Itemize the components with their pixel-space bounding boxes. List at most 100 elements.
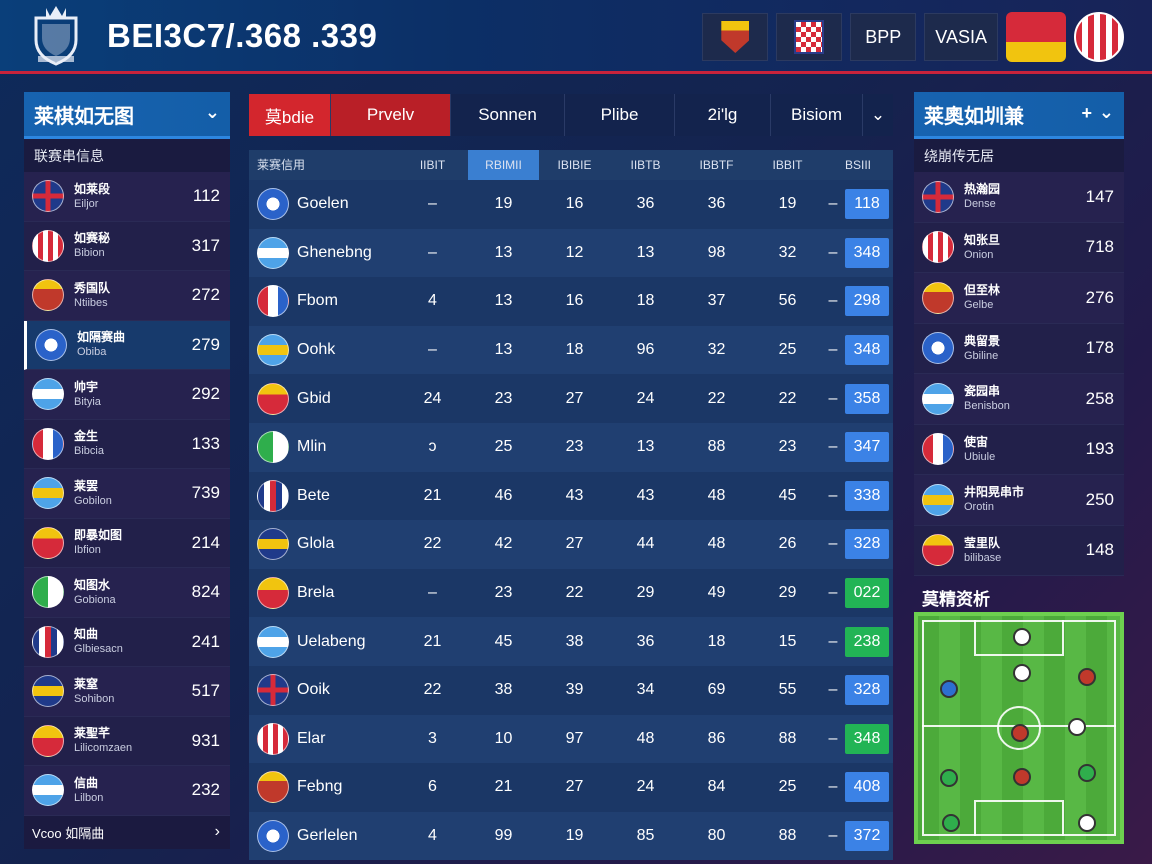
table-row[interactable]: Mlin ɔ 25 23 13 88 23 –347 bbox=[249, 422, 893, 472]
ball-icon[interactable] bbox=[1013, 768, 1031, 786]
vasia-button[interactable]: VASIA bbox=[924, 13, 998, 61]
score-badge[interactable]: 347 bbox=[845, 432, 889, 463]
ball-icon[interactable] bbox=[940, 769, 958, 787]
ball-icon[interactable] bbox=[1078, 764, 1096, 782]
col-3[interactable]: IBIBIE bbox=[539, 150, 610, 180]
ball-icon[interactable] bbox=[1011, 724, 1029, 742]
left_panel-item[interactable]: 莱窒 Sohibon 517 bbox=[24, 667, 230, 717]
col-4[interactable]: IIBTB bbox=[610, 150, 681, 180]
col-1[interactable]: IIBIT bbox=[397, 150, 468, 180]
left-panel-header[interactable]: 莱棋如无图 ⌄ bbox=[24, 92, 230, 139]
right_panel-item[interactable]: 莹里队 bilibase 148 bbox=[914, 525, 1124, 576]
left_panel-item[interactable]: 知曲 Glbiesacn 241 bbox=[24, 617, 230, 667]
left_panel-item[interactable]: 如隔赛曲 Obiba 279 bbox=[24, 320, 230, 370]
score-badge[interactable]: 298 bbox=[845, 286, 889, 317]
left_panel-item-value: 133 bbox=[191, 433, 220, 453]
right_panel-item[interactable]: 但至林 Gelbe 276 bbox=[914, 273, 1124, 324]
score-badge[interactable]: 348 bbox=[845, 237, 889, 268]
right_panel-item[interactable]: 热瀚园 Dense 147 bbox=[914, 172, 1124, 223]
striped-badge-icon[interactable] bbox=[1074, 12, 1124, 62]
stat-cell: 13 bbox=[494, 292, 513, 310]
ball-icon[interactable] bbox=[1068, 718, 1086, 736]
left_panel-item[interactable]: 如莱段 Eiljor 112 bbox=[24, 172, 230, 222]
ball-icon[interactable] bbox=[1078, 668, 1096, 686]
left_panel-item[interactable]: 即暴如图 Ibfion 214 bbox=[24, 518, 230, 568]
tab-3[interactable]: Plibe bbox=[565, 94, 675, 136]
table-row[interactable]: Oohk –13 18 96 32 25–348 bbox=[249, 325, 893, 375]
chevron-down-icon[interactable]: ⌄ bbox=[1099, 102, 1114, 123]
score-badge[interactable]: 348 bbox=[845, 335, 889, 366]
table-row[interactable]: Ghenebng –13 12 13 98 32–348 bbox=[249, 228, 893, 278]
plus-icon[interactable]: + bbox=[1081, 103, 1092, 124]
score-badge[interactable]: 118 bbox=[845, 189, 889, 220]
score-badge[interactable]: 022 bbox=[845, 578, 889, 609]
football-pitch[interactable] bbox=[914, 612, 1124, 844]
tab-more-chevron-icon[interactable]: ⌄ bbox=[863, 94, 893, 136]
col-6[interactable]: IBBIT bbox=[752, 150, 823, 180]
tab-4[interactable]: 2i'lg bbox=[675, 94, 771, 136]
right_panel-item[interactable]: 使宙 Ubiule 193 bbox=[914, 424, 1124, 475]
ball-icon[interactable] bbox=[1013, 628, 1031, 646]
left_panel-item[interactable]: 知图水 Gobiona 824 bbox=[24, 568, 230, 618]
col-2[interactable]: RBIMII bbox=[468, 150, 539, 180]
table-row[interactable]: Ooik 22 38 39 34 69 55 –328 bbox=[249, 665, 893, 715]
ball-icon[interactable] bbox=[942, 814, 960, 832]
tab-1[interactable]: Prvelv bbox=[331, 94, 451, 136]
left_panel-item[interactable]: 莱聖芊 Lilicomzaen 931 bbox=[24, 716, 230, 766]
table-row[interactable]: Goelen –19 16 36 36 19–118 bbox=[249, 180, 893, 229]
right-panel-header[interactable]: 莱奧如圳兼 + ⌄ bbox=[914, 92, 1124, 139]
score-badge[interactable]: 372 bbox=[845, 821, 889, 852]
table-row[interactable]: Brela –23 22 29 49 29–022 bbox=[249, 568, 893, 618]
checkered-crest-button[interactable] bbox=[776, 13, 843, 61]
table-row[interactable]: Glola 22 42 27 44 48 26 –328 bbox=[249, 520, 893, 569]
right_panel-item[interactable]: 知张旦 Onion 718 bbox=[914, 222, 1124, 273]
score-badge[interactable]: 358 bbox=[845, 383, 889, 414]
team-name: Mlin bbox=[297, 438, 327, 456]
app-title: BEI3C7/.368 .339 bbox=[107, 17, 378, 54]
col-7[interactable]: BSIII bbox=[823, 150, 893, 180]
score-badge[interactable]: 328 bbox=[845, 529, 889, 560]
mascot-icon[interactable] bbox=[1006, 12, 1066, 62]
club-crest-logo[interactable] bbox=[28, 4, 84, 66]
bpp-button[interactable]: BPP bbox=[850, 13, 917, 61]
left_panel-item[interactable]: 秀国队 Ntiibes 272 bbox=[24, 271, 230, 321]
table-row[interactable]: Fbom 4 13 16 18 37 56 –298 bbox=[249, 277, 893, 326]
team-flag-icon bbox=[32, 526, 64, 559]
score-badge[interactable]: 408 bbox=[845, 772, 889, 803]
tab-2[interactable]: Sonnen bbox=[451, 94, 565, 136]
left-footer-label: Vcoo 如隔曲 bbox=[32, 825, 105, 841]
tab-5[interactable]: Bisiom bbox=[771, 94, 863, 136]
table-row[interactable]: Gbid 24 23 27 24 22 22 –358 bbox=[249, 374, 893, 423]
score-badge[interactable]: 338 bbox=[845, 480, 889, 511]
score-badge[interactable]: 238 bbox=[845, 626, 889, 657]
right_panel-item[interactable]: 典留景 Gbiline 178 bbox=[914, 323, 1124, 374]
table-row[interactable]: Febng 6 21 27 24 84 25 –408 bbox=[249, 763, 893, 812]
left_panel-item-text: 莱窒 Sohibon bbox=[74, 676, 114, 707]
left_panel-item[interactable]: 金生 Bibcia 133 bbox=[24, 419, 230, 469]
chevron-down-icon[interactable]: ⌄ bbox=[205, 102, 220, 123]
right_panel-item[interactable]: 瓷园串 Benisbon 258 bbox=[914, 374, 1124, 425]
left_panel-item[interactable]: 信曲 Lilbon 232 bbox=[24, 766, 230, 816]
left_panel-item[interactable]: 帅宇 Bityia 292 bbox=[24, 370, 230, 420]
table-row[interactable]: Gerlelen 4 99 19 85 80 88 –372 bbox=[249, 811, 893, 861]
left-panel-footer[interactable]: Vcoo 如隔曲 › bbox=[24, 815, 230, 849]
separator-dash: – bbox=[828, 778, 838, 796]
chevron-right-icon[interactable]: › bbox=[215, 823, 220, 841]
left_panel-item[interactable]: 莱罢 Gobilon 739 bbox=[24, 469, 230, 519]
crest-button-spain[interactable] bbox=[702, 13, 769, 61]
col-5[interactable]: IBBTF bbox=[681, 150, 752, 180]
table-row[interactable]: Uelabeng 21 45 38 36 18 15 –238 bbox=[249, 617, 893, 666]
score-badge[interactable]: 328 bbox=[845, 675, 889, 706]
table-row[interactable]: Bete 21 46 43 43 48 45 –338 bbox=[249, 471, 893, 521]
left_panel-item[interactable]: 如赛秘 Bibion 317 bbox=[24, 221, 230, 271]
col-team[interactable]: 莱赛信用 bbox=[249, 150, 397, 180]
stat-cell: 80 bbox=[707, 827, 726, 845]
ball-icon[interactable] bbox=[1078, 814, 1096, 832]
ball-icon[interactable] bbox=[1013, 664, 1031, 682]
score-badge[interactable]: 348 bbox=[845, 723, 889, 754]
tab-0[interactable]: 莫bdie bbox=[249, 94, 331, 136]
ball-icon[interactable] bbox=[940, 680, 958, 698]
table-row[interactable]: Elar 3 10 97 48 86 88 –348 bbox=[249, 714, 893, 764]
right_panel-item[interactable]: 井阳晃串市 Orotin 250 bbox=[914, 475, 1124, 526]
stat-cell: 15 bbox=[778, 632, 797, 650]
